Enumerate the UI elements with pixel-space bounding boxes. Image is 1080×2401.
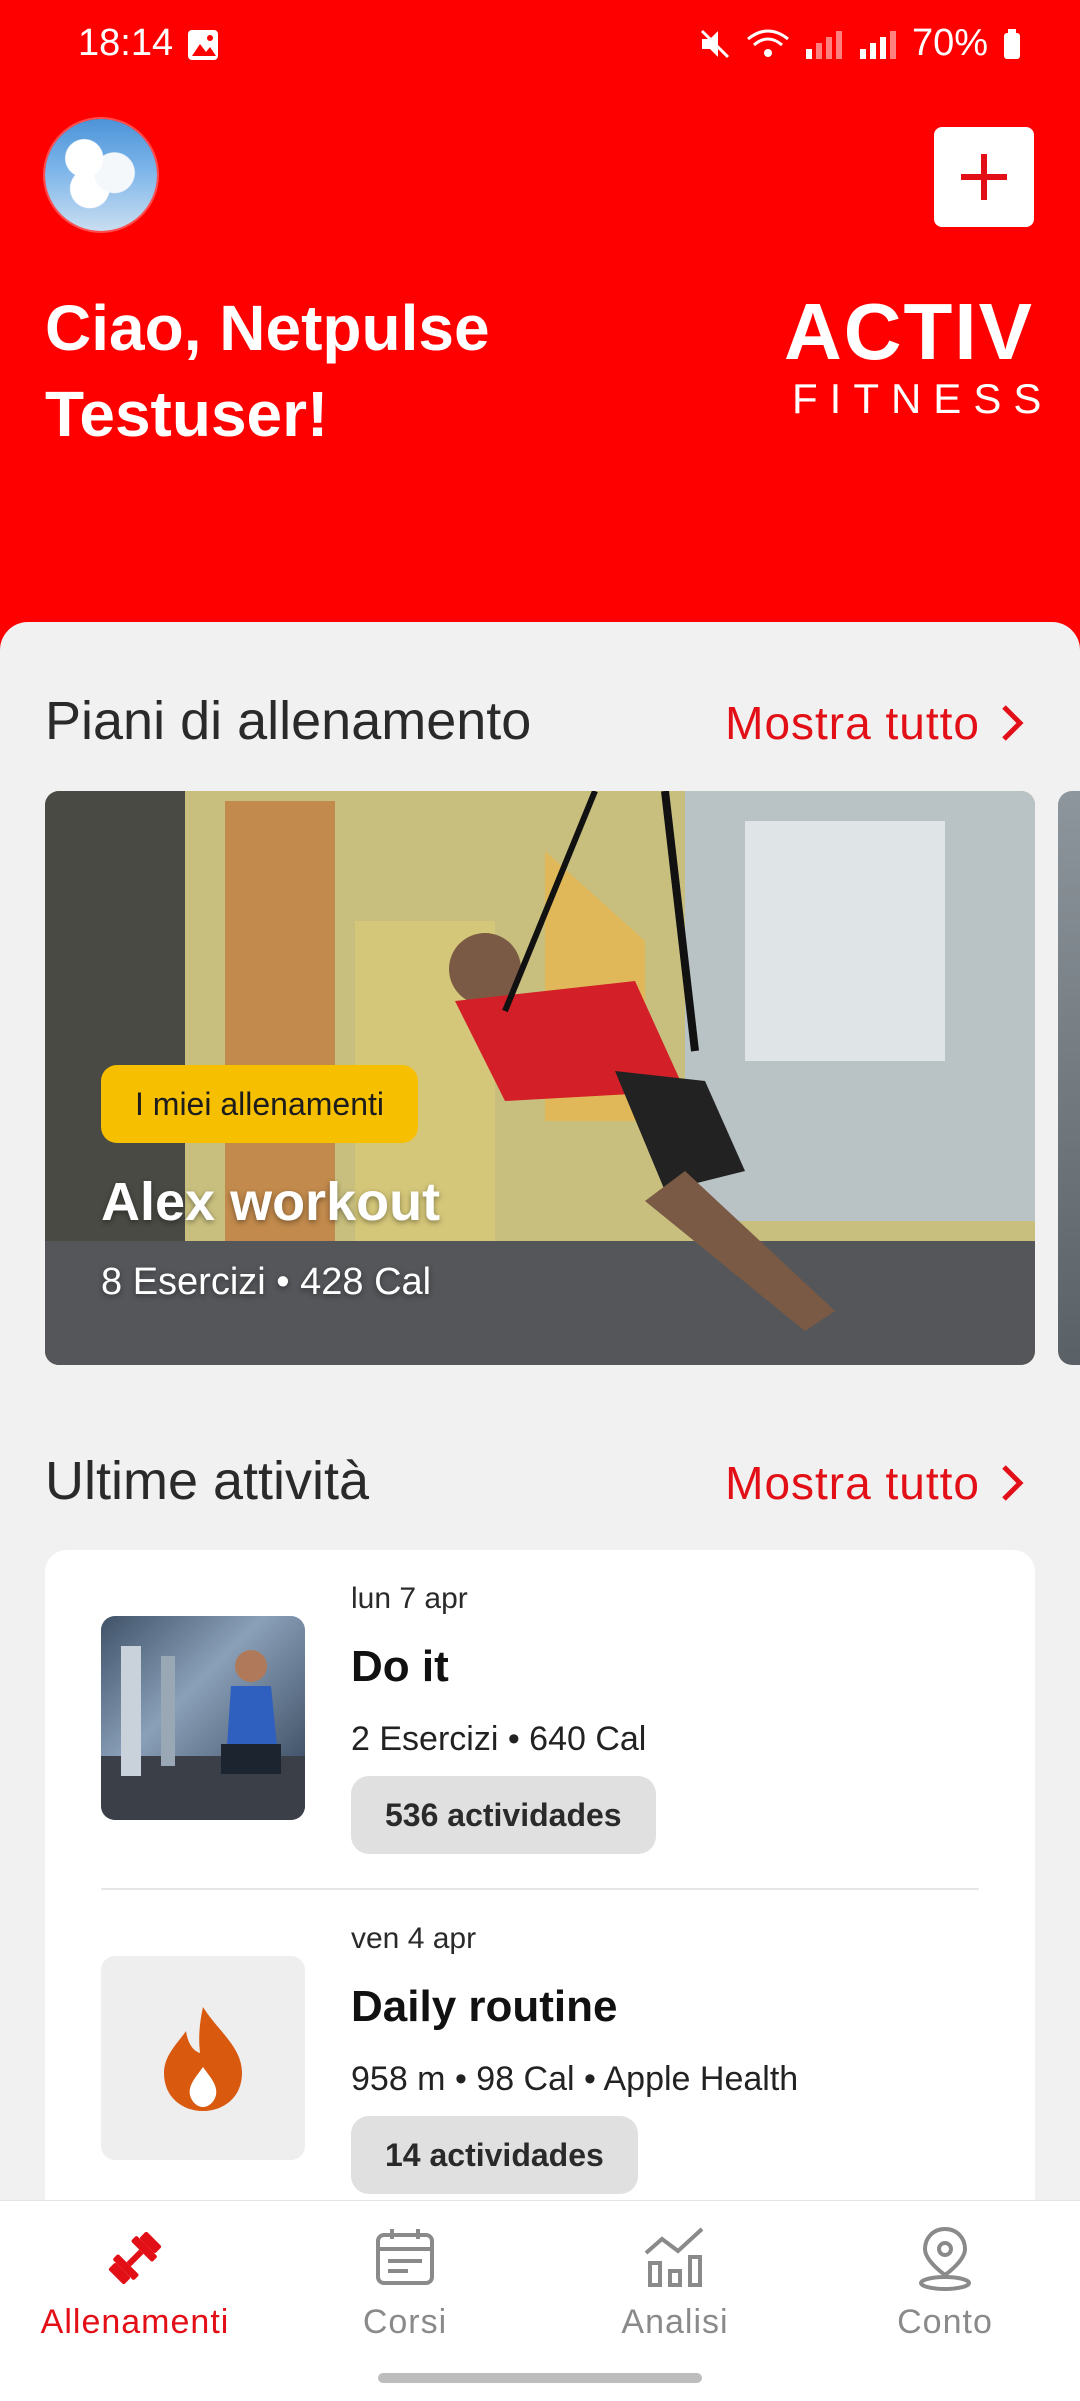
divider (101, 1888, 979, 1890)
gym-photo (101, 1616, 305, 1820)
header: 18:14 70% Ciao, Netpulse Testuser! ACTIV… (0, 0, 1080, 650)
battery-icon (1004, 28, 1020, 59)
activity-name: Do it (351, 1642, 449, 1691)
plans-title: Piani di allenamento (45, 691, 532, 751)
activity-date: ven 4 apr (351, 1922, 477, 1955)
activities-show-all-link[interactable]: Mostra tutto (725, 1456, 1024, 1510)
signal-icon (805, 30, 842, 59)
mute-icon (700, 29, 729, 58)
activity-meta: 958 m • 98 Cal • Apple Health (351, 2060, 799, 2098)
nav-item-analisi[interactable]: Analisi (540, 2223, 810, 2342)
nav-item-allenamenti[interactable]: Allenamenti (0, 2223, 270, 2342)
activities-title: Ultime attività (45, 1451, 370, 1511)
next-plan-card[interactable] (1058, 791, 1080, 1365)
wifi-icon (747, 29, 789, 57)
logo-top: ACTIV (784, 287, 1034, 376)
calendar-icon (376, 2229, 434, 2285)
nav-label: Allenamenti (40, 2303, 230, 2341)
home-indicator[interactable] (378, 2373, 702, 2383)
plan-title: Alex workout (101, 1172, 441, 1232)
location-pin-icon (919, 2226, 971, 2291)
activity-count-pill[interactable]: 14 actividades (351, 2116, 638, 2194)
plan-meta: 8 Esercizi • 428 Cal (101, 1261, 432, 1303)
gallery-icon (188, 30, 218, 60)
nav-label: Conto (897, 2303, 993, 2341)
plan-badge: I miei allenamenti (101, 1065, 418, 1143)
activity-date: lun 7 apr (351, 1582, 468, 1615)
activity-name: Daily routine (351, 1982, 618, 2031)
show-all-label: Mostra tutto (725, 697, 980, 749)
plans-show-all-link[interactable]: Mostra tutto (725, 696, 1024, 750)
status-bar: 18:14 70% (0, 0, 1080, 95)
add-button[interactable] (934, 127, 1034, 227)
avatar[interactable] (45, 119, 157, 231)
nav-label: Analisi (621, 2303, 729, 2341)
nav-item-corsi[interactable]: Corsi (270, 2223, 540, 2342)
chevron-right-icon (1002, 705, 1024, 741)
activities-panel: lun 7 apr Do it 2 Esercizi • 640 Cal 536… (45, 1550, 1035, 2250)
nav-label: Corsi (362, 2303, 448, 2341)
show-all-label: Mostra tutto (725, 1457, 980, 1509)
workout-plan-card[interactable]: I miei allenamenti Alex workout 8 Eserci… (45, 791, 1035, 1365)
chart-icon (644, 2227, 704, 2287)
plus-icon (961, 154, 1007, 200)
status-time: 18:14 (78, 22, 174, 64)
activity-meta: 2 Esercizi • 640 Cal (351, 1720, 647, 1758)
chevron-right-icon (1002, 1465, 1024, 1501)
nav-item-conto[interactable]: Conto (810, 2223, 1080, 2342)
greeting: Ciao, Netpulse Testuser! (45, 292, 490, 450)
brand-logo: ACTIV FITNESS (784, 287, 1054, 424)
dumbbell-icon (108, 2231, 162, 2285)
signal-icon (859, 30, 896, 59)
activity-count-pill[interactable]: 536 actividades (351, 1776, 656, 1854)
logo-bottom: FITNESS (792, 375, 1054, 422)
bottom-nav: Allenamenti Corsi Analisi Conto (0, 2200, 1080, 2401)
battery-percent: 70% (911, 22, 988, 64)
activity-thumb (101, 1956, 305, 2160)
status-icons: 70% (698, 22, 1022, 65)
flame-icon (164, 2007, 242, 2111)
